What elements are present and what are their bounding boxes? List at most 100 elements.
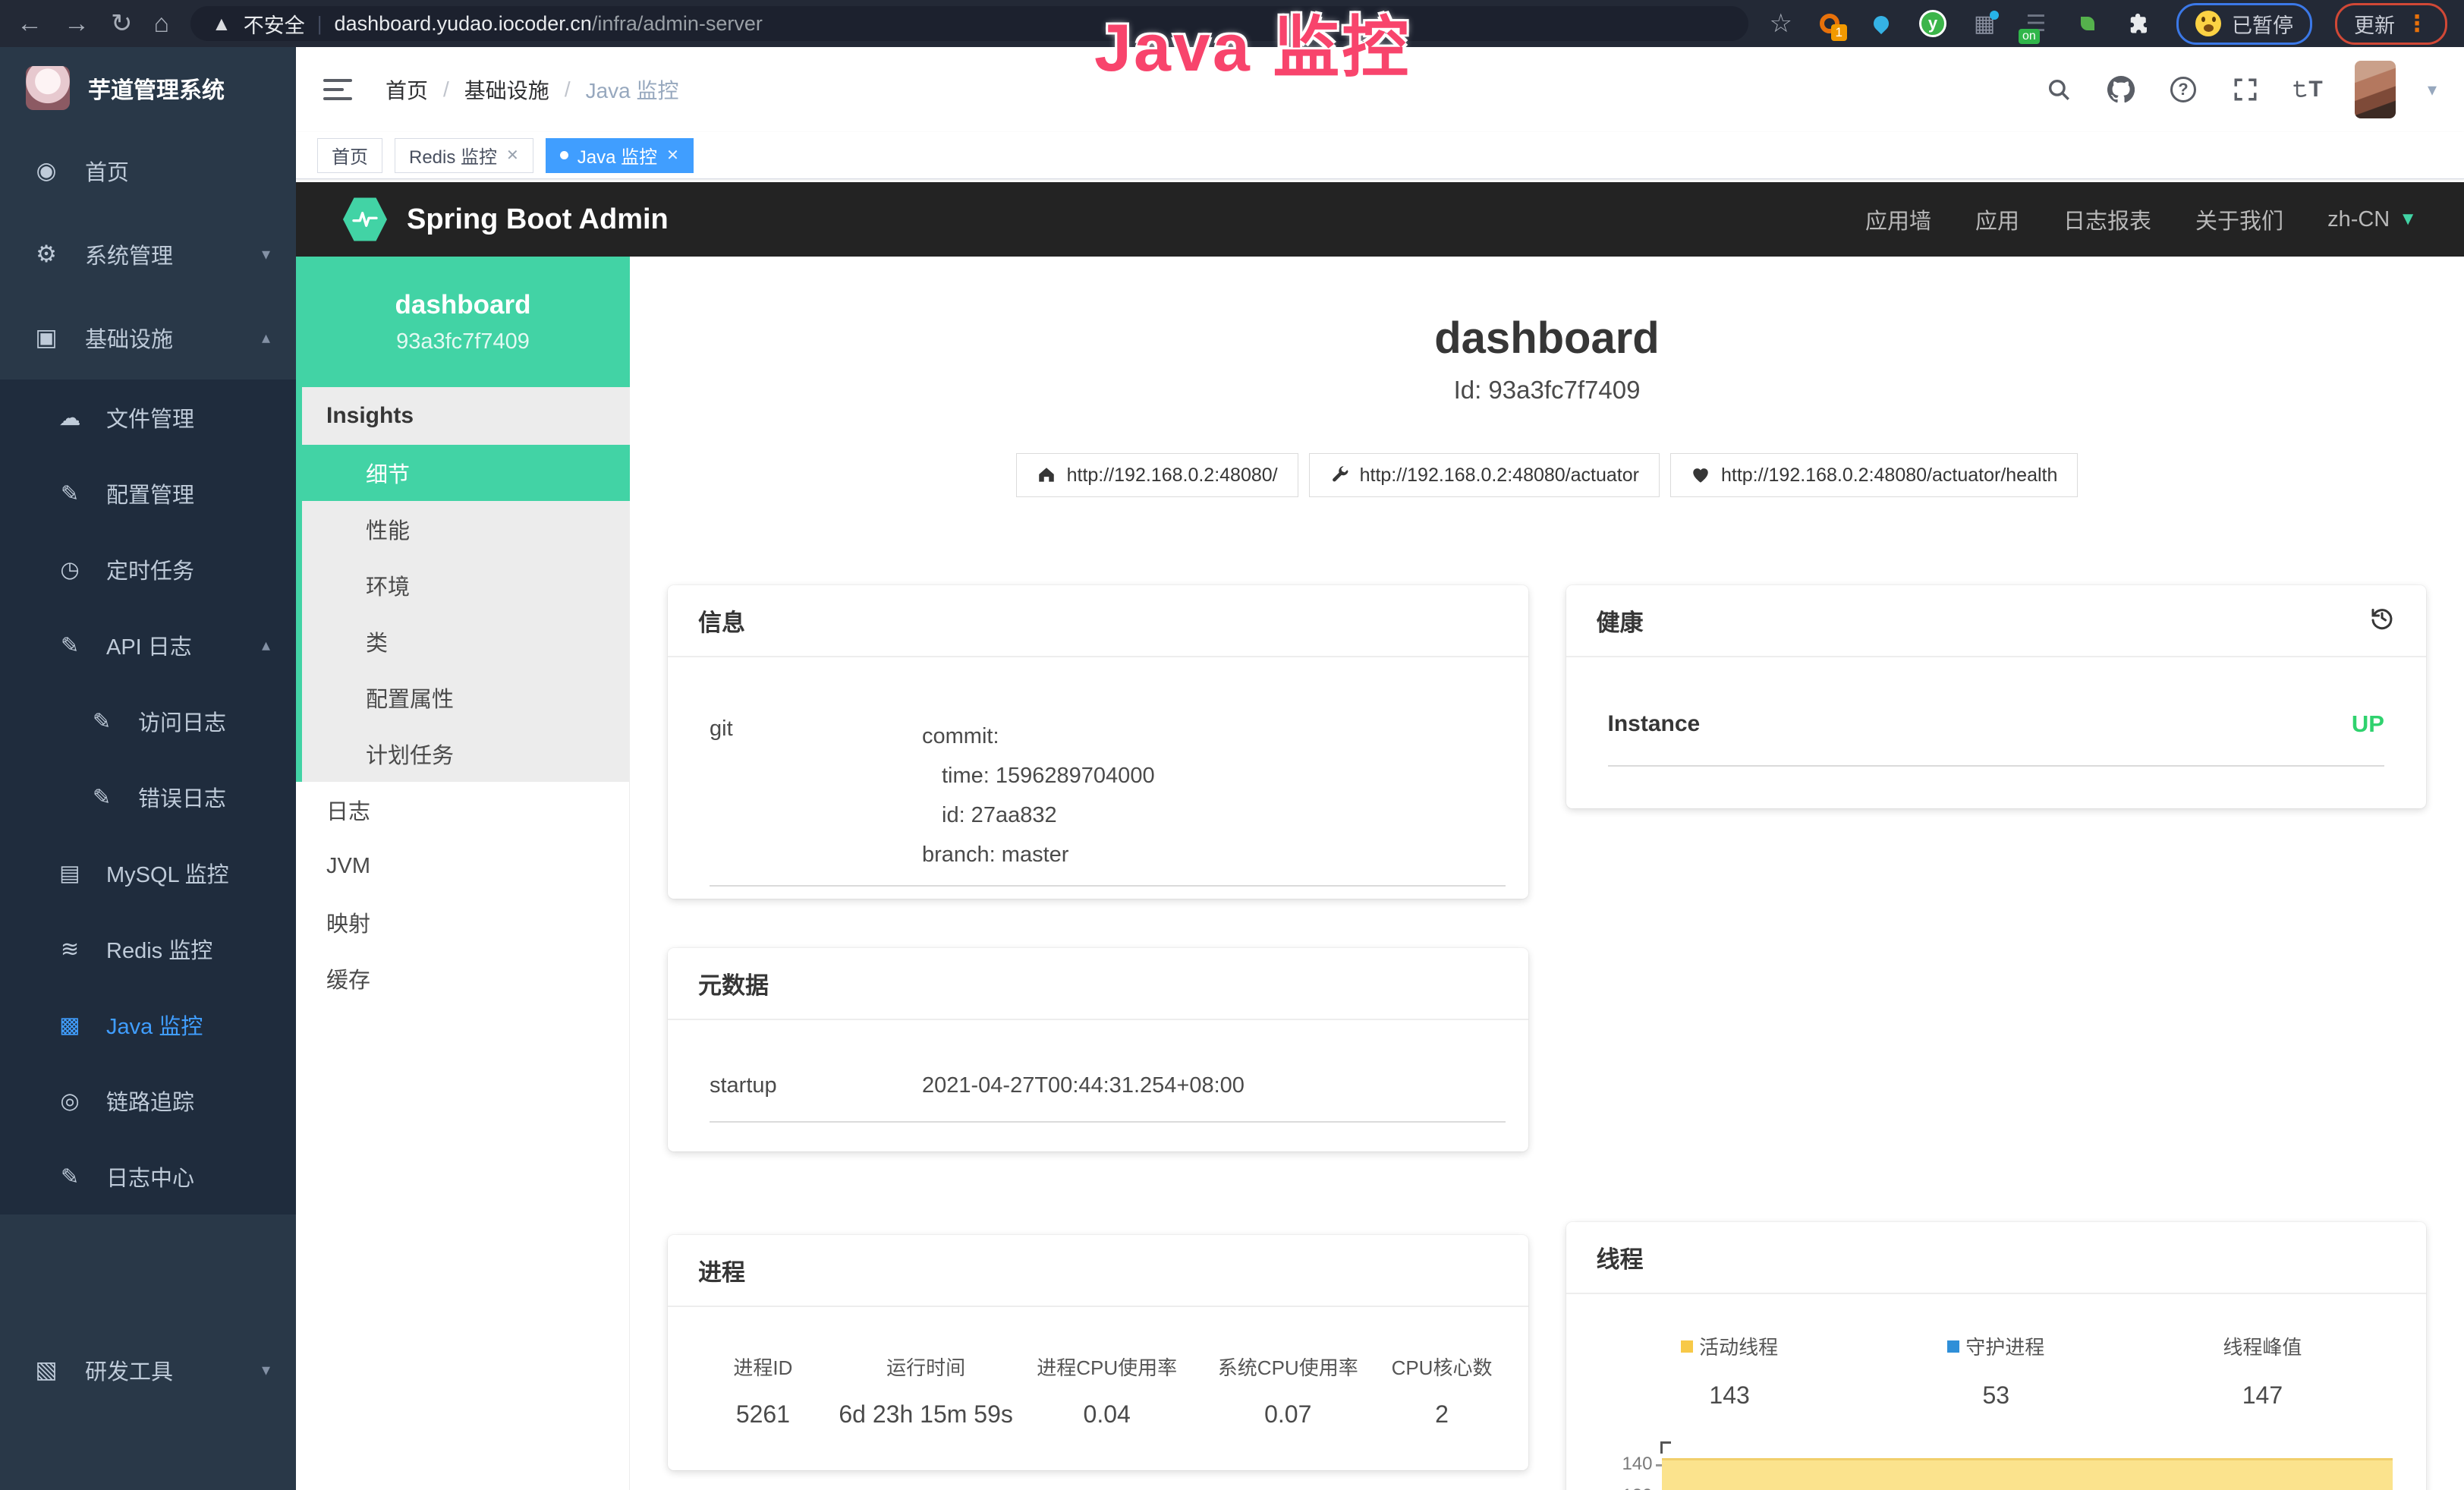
sidebar-item-api-logs[interactable]: ✎ API 日志 ▴ [0, 607, 296, 683]
sba-item-mappings[interactable]: 映射 [296, 894, 630, 950]
threads-area-chart: 140 120 100 [1597, 1441, 2396, 1490]
sidebar-item-java-monitor[interactable]: ▩ Java 监控 [0, 987, 296, 1063]
log-edit-icon: ✎ [56, 632, 83, 659]
sba-nav-applications[interactable]: 应用 [1975, 203, 2019, 235]
sba-nav-wallboard[interactable]: 应用墙 [1865, 203, 1931, 235]
instance-header[interactable]: dashboard 93a3fc7f7409 [296, 257, 630, 387]
sba-nav-about[interactable]: 关于我们 [2195, 203, 2283, 235]
not-secure-label: 不安全 [244, 9, 305, 39]
forward-icon[interactable]: → [64, 11, 90, 36]
service-url-button[interactable]: http://192.168.0.2:48080/ [1016, 453, 1298, 497]
help-icon[interactable]: ? [2168, 74, 2198, 105]
reload-icon[interactable]: ↻ [111, 11, 133, 36]
process-card: 进程 进程ID 5261 运行时间 6d 23h 15m 59s 进程CPU使用… [668, 1235, 1528, 1470]
sidebar-item-error-logs[interactable]: ✎ 错误日志 [0, 759, 296, 835]
sidebar-item-scheduled-tasks[interactable]: ◷ 定时任务 [0, 531, 296, 607]
sba-main-content: dashboard Id: 93a3fc7f7409 http://192.16… [630, 257, 2464, 1490]
sidebar-item-infra[interactable]: ▣ 基础设施 ▴ [0, 296, 296, 380]
health-instance-row[interactable]: Instance UP [1608, 710, 2385, 738]
pin-extension-icon[interactable] [1867, 9, 1896, 38]
briefcase-icon: ▧ [32, 1356, 61, 1384]
close-icon[interactable]: ✕ [506, 146, 519, 165]
status-badge: UP [2352, 710, 2384, 738]
locale-selector[interactable]: zh-CN ▼ [2327, 207, 2417, 232]
sba-item-caches[interactable]: 缓存 [296, 950, 630, 1006]
breadcrumb-current: Java 监控 [586, 74, 679, 105]
annotation-java-monitor: Java 监控 [1094, 0, 1411, 90]
sidebar-collapse-icon[interactable] [323, 79, 352, 100]
tab-home[interactable]: 首页 [317, 138, 382, 173]
sidebar-item-devtools[interactable]: ▧ 研发工具 ▾ [0, 1328, 296, 1412]
sidebar-item-config-management[interactable]: ✎ 配置管理 [0, 455, 296, 531]
avatar-caret-icon[interactable]: ▾ [2428, 79, 2437, 101]
tab-java-monitor[interactable]: Java 监控 ✕ [546, 138, 694, 173]
health-url-button[interactable]: http://192.168.0.2:48080/actuator/health [1670, 453, 2078, 497]
sba-item-classes[interactable]: 类 [302, 613, 630, 669]
sidebar-item-file-management[interactable]: ☁ 文件管理 [0, 380, 296, 455]
user-avatar[interactable] [2355, 61, 2396, 118]
sidebar-item-tracing[interactable]: ◎ 链路追踪 [0, 1063, 296, 1139]
sync-extension-icon[interactable]: 1 [1815, 9, 1844, 38]
paused-label: 已暂停 [2232, 9, 2293, 39]
process-card-title: 进程 [698, 1253, 745, 1287]
profile-paused-pill[interactable]: 已暂停 [2176, 3, 2312, 45]
back-icon[interactable]: ← [17, 11, 42, 36]
sidebar-item-mysql-monitor[interactable]: ▤ MySQL 监控 [0, 835, 296, 911]
history-icon[interactable] [2368, 604, 2396, 638]
sba-item-jvm[interactable]: JVM [296, 838, 630, 894]
search-icon[interactable] [2044, 74, 2074, 105]
extension-badge: 1 [1831, 24, 1847, 41]
leaf-extension-icon[interactable] [2073, 9, 2102, 38]
health-instance-label: Instance [1608, 711, 1701, 737]
git-id-line: id: 27aa832 [922, 795, 1155, 835]
sba-item-config-props[interactable]: 配置属性 [302, 669, 630, 726]
legend-live-threads: 活动线程 [1597, 1332, 1863, 1360]
chevron-down-icon: ▾ [262, 1360, 270, 1380]
threads-card: 线程 活动线程 守护进程 线程峰值 [1566, 1222, 2427, 1490]
sidebar-item-redis-monitor[interactable]: ≋ Redis 监控 [0, 911, 296, 987]
sba-item-metrics[interactable]: 性能 [302, 501, 630, 557]
daemon-threads-value: 53 [1863, 1381, 2129, 1410]
github-icon[interactable] [2106, 74, 2136, 105]
sidebar-item-access-logs[interactable]: ✎ 访问日志 [0, 683, 296, 759]
process-col-cores: CPU核心数 2 [1379, 1353, 1506, 1429]
sba-item-logs[interactable]: 日志 [296, 782, 630, 838]
tab-redis-monitor[interactable]: Redis 监控 ✕ [395, 138, 533, 173]
font-size-icon[interactable]: 𝚝T [2292, 74, 2323, 105]
update-button[interactable]: 更新 ⋮ [2335, 3, 2447, 45]
home-icon [1037, 465, 1056, 485]
sba-nav-journal[interactable]: 日志报表 [2063, 203, 2151, 235]
sidebar-item-system[interactable]: ⚙ 系统管理 ▾ [0, 213, 296, 296]
git-commit-line: commit: [922, 717, 1155, 756]
app-logo-avatar [26, 66, 70, 110]
actuator-url-button[interactable]: http://192.168.0.2:48080/actuator [1309, 453, 1660, 497]
list-extension-icon[interactable]: ☰ on [2022, 9, 2050, 38]
app-title: 芋道管理系统 [88, 71, 225, 105]
app-logo-row[interactable]: 芋道管理系统 [0, 47, 296, 129]
sba-item-details[interactable]: 细节 [302, 445, 630, 501]
address-bar[interactable]: ▲ 不安全 | dashboard.yudao.iocoder.cn/infra… [190, 6, 1748, 41]
y-extension-icon[interactable]: y [1918, 9, 1947, 38]
close-icon[interactable]: ✕ [666, 146, 679, 165]
legend-swatch-daemon [1947, 1340, 1959, 1353]
bookmark-star-icon[interactable]: ☆ [1770, 8, 1792, 39]
not-secure-warning-icon: ▲ [212, 12, 231, 36]
process-col-pid: 进程ID 5261 [691, 1353, 835, 1429]
sba-item-environment[interactable]: 环境 [302, 557, 630, 613]
health-card: 健康 Instance UP [1566, 585, 2427, 808]
puzzle-extensions-icon[interactable] [2125, 9, 2154, 38]
fullscreen-icon[interactable] [2230, 74, 2261, 105]
log-edit-icon: ✎ [88, 784, 115, 811]
breadcrumb-infra[interactable]: 基础设施 [464, 74, 549, 105]
sba-nav: 应用墙 应用 日志报表 关于我们 zh-CN ▼ [1865, 203, 2417, 235]
insights-section-title: Insights [302, 387, 630, 445]
grid-extension-icon[interactable]: ▦ [1970, 9, 1999, 38]
breadcrumb-home[interactable]: 首页 [385, 74, 428, 105]
sidebar-item-log-center[interactable]: ✎ 日志中心 [0, 1139, 296, 1214]
sidebar-item-home[interactable]: ◉ 首页 [0, 129, 296, 213]
chevron-down-icon: ▾ [262, 244, 270, 264]
sba-item-scheduled-tasks[interactable]: 计划任务 [302, 726, 630, 782]
menu-kebab-icon[interactable]: ⋮ [2406, 11, 2428, 37]
wrench-icon [1330, 465, 1349, 485]
home-icon[interactable]: ⌂ [154, 11, 170, 36]
